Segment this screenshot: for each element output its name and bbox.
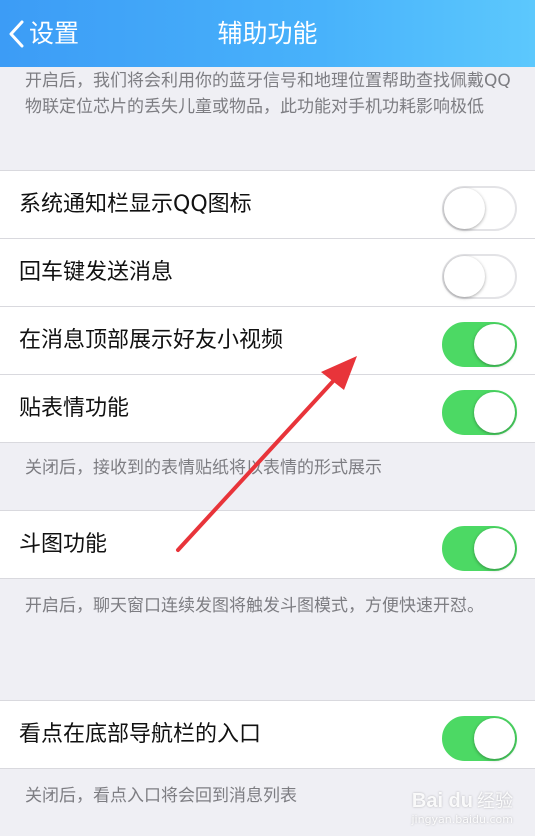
watermark-text: 经验 — [477, 791, 513, 812]
setting-label: 看点在底部导航栏的入口 — [19, 722, 262, 747]
sticker-toggle[interactable] — [442, 390, 517, 435]
setting-row-kandian[interactable]: 看点在底部导航栏的入口 — [0, 701, 535, 768]
divider — [0, 442, 535, 443]
doutu-note: 开启后，聊天窗口连续发图将触发斗图模式，方便快速开怼。 — [25, 596, 484, 616]
toggle-knob — [474, 718, 515, 759]
divider — [0, 768, 535, 769]
page-title: 辅助功能 — [217, 19, 318, 48]
setting-row-enter-send[interactable]: 回车键发送消息 — [0, 239, 535, 306]
nav-bar: 设置 辅助功能 — [0, 0, 535, 67]
friend-videos-toggle[interactable] — [442, 322, 517, 367]
watermark-logo: Bai du — [411, 790, 473, 812]
notification-icon-toggle[interactable] — [442, 186, 517, 231]
doutu-toggle[interactable] — [442, 526, 517, 571]
toggle-knob — [474, 528, 515, 569]
watermark: Bai du 经验 jingyan.baidu.com — [411, 787, 513, 826]
setting-label: 系统通知栏显示QQ图标 — [19, 192, 252, 217]
setting-row-sticker[interactable]: 贴表情功能 — [0, 375, 535, 442]
setting-label: 斗图功能 — [19, 532, 108, 557]
toggle-knob — [474, 324, 515, 365]
toggle-knob — [474, 392, 515, 433]
enter-send-toggle[interactable] — [442, 254, 517, 299]
location-help-note: 开启后，我们将会利用你的蓝牙信号和地理位置帮助查找佩戴QQ物联定位芯片的丢失儿童… — [25, 71, 511, 117]
toggle-knob — [444, 256, 485, 297]
setting-label: 贴表情功能 — [19, 396, 130, 421]
setting-label: 在消息顶部展示好友小视频 — [19, 328, 284, 353]
sticker-note: 关闭后，接收到的表情贴纸将以表情的形式展示 — [25, 458, 382, 478]
kandian-toggle[interactable] — [442, 716, 517, 761]
setting-row-friend-videos[interactable]: 在消息顶部展示好友小视频 — [0, 307, 535, 374]
setting-row-doutu[interactable]: 斗图功能 — [0, 511, 535, 578]
toggle-knob — [444, 188, 485, 229]
divider — [0, 578, 535, 579]
setting-row-notification-icon[interactable]: 系统通知栏显示QQ图标 — [0, 171, 535, 238]
setting-label: 回车键发送消息 — [19, 260, 174, 285]
watermark-url: jingyan.baidu.com — [411, 813, 513, 826]
